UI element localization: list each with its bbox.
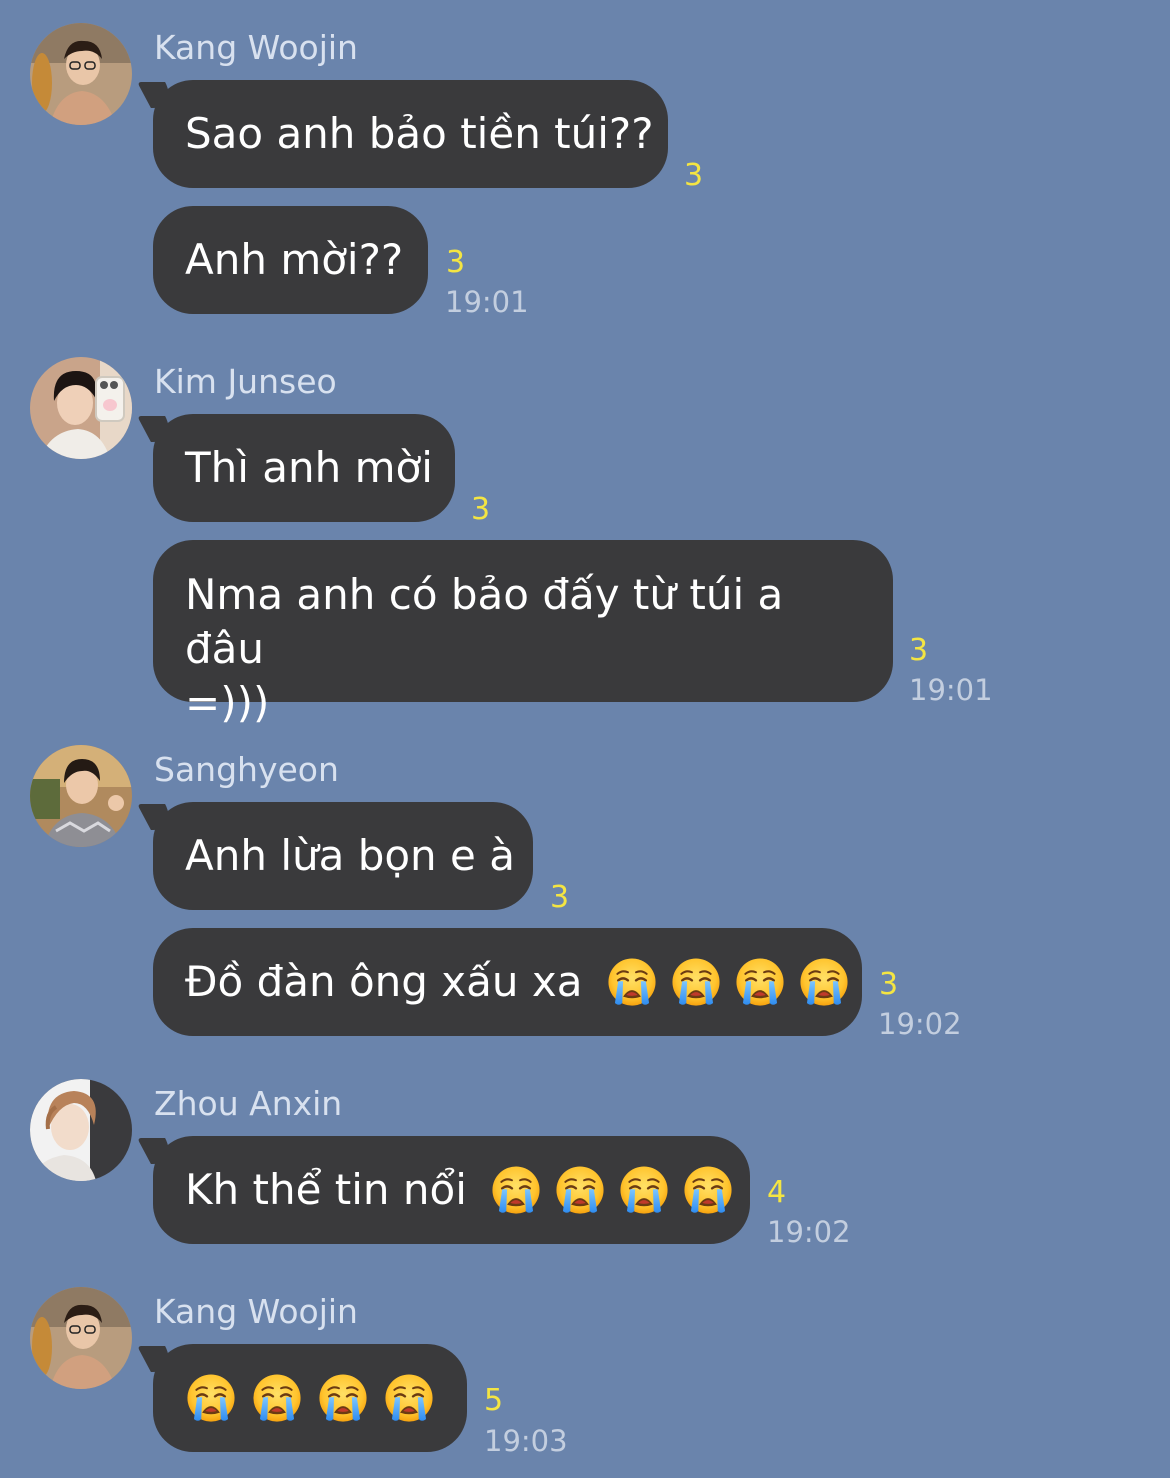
message-bubble[interactable]: Thì anh mời bbox=[153, 414, 455, 522]
sender-name: Sanghyeon bbox=[154, 750, 339, 789]
message-bubble[interactable]: Anh lừa bọn e à bbox=[153, 802, 533, 910]
loudly-crying-face-icon bbox=[682, 1164, 734, 1216]
sender-name: Kang Woojin bbox=[154, 28, 358, 67]
message-bubble[interactable]: Nma anh có bảo đấy từ túi a đâu =))) bbox=[153, 540, 893, 727]
loudly-crying-face-icon bbox=[185, 1372, 237, 1424]
message-timestamp: 19:02 bbox=[767, 1215, 851, 1249]
unread-count: 3 bbox=[684, 158, 704, 193]
message-text: Thì anh mời bbox=[185, 443, 433, 492]
unread-count: 4 bbox=[767, 1175, 787, 1210]
avatar-kang-woojin-icon bbox=[30, 23, 132, 125]
message-bubble[interactable]: Sao anh bảo tiền túi?? bbox=[153, 80, 668, 188]
message-bubble[interactable]: Anh mời?? bbox=[153, 206, 428, 314]
loudly-crying-face-icon bbox=[618, 1164, 670, 1216]
unread-count: 5 bbox=[484, 1383, 504, 1418]
message-timestamp: 19:03 bbox=[484, 1424, 568, 1458]
avatar-zhou-anxin-icon bbox=[30, 1079, 132, 1181]
sender-name: Kang Woojin bbox=[154, 1292, 358, 1331]
message-bubble[interactable]: Đồ đàn ông xấu xa bbox=[153, 928, 862, 1036]
message-text: Anh mời?? bbox=[185, 235, 404, 284]
emoji-group bbox=[606, 956, 850, 1008]
message-bubble[interactable] bbox=[153, 1344, 467, 1452]
loudly-crying-face-icon bbox=[554, 1164, 606, 1216]
message-text: Kh thể tin nổi bbox=[185, 1165, 467, 1214]
message-text-line: Nma anh có bảo đấy từ túi a đâu bbox=[185, 570, 784, 673]
avatar[interactable] bbox=[30, 745, 132, 847]
unread-count: 3 bbox=[446, 245, 466, 280]
avatar-sanghyeon-icon bbox=[30, 745, 132, 847]
message-text-line: =))) bbox=[185, 678, 270, 727]
unread-count: 3 bbox=[471, 492, 491, 527]
loudly-crying-face-icon bbox=[734, 956, 786, 1008]
avatar[interactable] bbox=[30, 23, 132, 125]
avatar[interactable] bbox=[30, 357, 132, 459]
unread-count: 3 bbox=[879, 967, 899, 1002]
message-timestamp: 19:02 bbox=[878, 1007, 962, 1041]
message-text: Anh lừa bọn e à bbox=[185, 831, 515, 880]
message-bubble[interactable]: Kh thể tin nổi bbox=[153, 1136, 750, 1244]
avatar[interactable] bbox=[30, 1287, 132, 1389]
sender-name: Zhou Anxin bbox=[154, 1084, 343, 1123]
loudly-crying-face-icon bbox=[490, 1164, 542, 1216]
sender-name: Kim Junseo bbox=[154, 362, 337, 401]
loudly-crying-face-icon bbox=[383, 1372, 435, 1424]
message-timestamp: 19:01 bbox=[909, 673, 993, 707]
emoji-group bbox=[185, 1371, 435, 1425]
unread-count: 3 bbox=[909, 633, 929, 668]
emoji-group bbox=[490, 1164, 734, 1216]
loudly-crying-face-icon bbox=[798, 956, 850, 1008]
avatar-kim-junseo-icon bbox=[30, 357, 132, 459]
loudly-crying-face-icon bbox=[317, 1372, 369, 1424]
message-text: Sao anh bảo tiền túi?? bbox=[185, 109, 654, 158]
message-text: Đồ đàn ông xấu xa bbox=[185, 957, 583, 1006]
loudly-crying-face-icon bbox=[670, 956, 722, 1008]
avatar[interactable] bbox=[30, 1079, 132, 1181]
loudly-crying-face-icon bbox=[251, 1372, 303, 1424]
avatar-kang-woojin-icon bbox=[30, 1287, 132, 1389]
message-timestamp: 19:01 bbox=[445, 285, 529, 319]
loudly-crying-face-icon bbox=[606, 956, 658, 1008]
unread-count: 3 bbox=[550, 880, 570, 915]
